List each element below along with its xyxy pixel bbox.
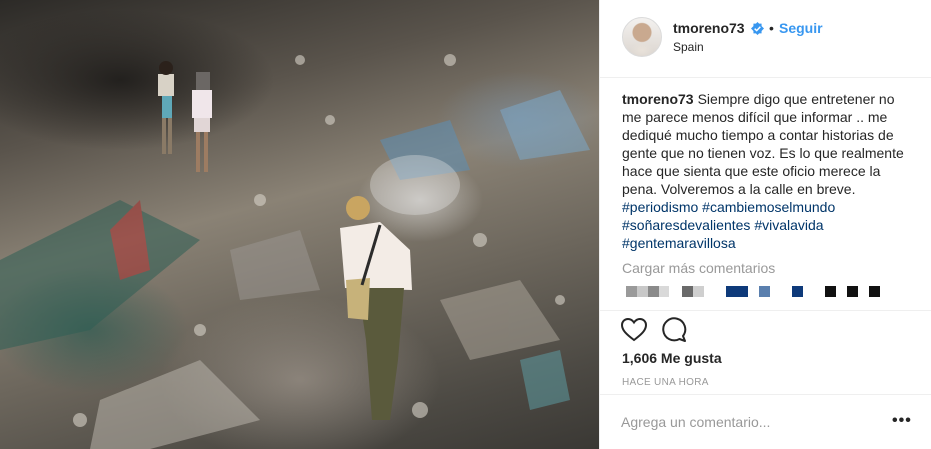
instagram-post: tmoreno73 • Seguir Spain tmoreno73 Siempr… (0, 0, 931, 449)
child-figure (158, 61, 174, 154)
actions-divider (600, 310, 931, 311)
likes-count[interactable]: 1,606 Me gusta (622, 350, 722, 366)
username-link[interactable]: tmoreno73 (673, 20, 745, 36)
comment-icon[interactable] (661, 317, 687, 343)
location-link[interactable]: Spain (673, 40, 704, 54)
post-sidebar: tmoreno73 • Seguir Spain tmoreno73 Siempr… (600, 0, 931, 449)
comment-input[interactable] (621, 411, 881, 433)
post-caption: tmoreno73 Siempre digo que entretener no … (622, 90, 914, 252)
photo-illustration (0, 54, 590, 449)
post-photo[interactable] (0, 0, 599, 449)
hashtag-link[interactable]: #cambiemoselmundo (702, 199, 835, 215)
post-header: tmoreno73 • Seguir Spain (600, 0, 931, 78)
heart-icon[interactable] (621, 318, 647, 342)
woman-figure (340, 196, 412, 420)
verified-badge-icon (751, 22, 764, 35)
follow-button[interactable]: Seguir (779, 20, 823, 36)
add-comment-bar: ••• (600, 394, 931, 449)
hashtag-link[interactable]: #gentemaravillosa (622, 235, 736, 251)
separator-dot: • (769, 20, 774, 36)
more-options-icon[interactable]: ••• (892, 413, 912, 429)
caption-username-link[interactable]: tmoreno73 (622, 91, 694, 107)
avatar[interactable] (622, 17, 662, 57)
hashtag-link[interactable]: #soñaresdevalientes (622, 217, 750, 233)
post-timestamp[interactable]: HACE UNA HORA (622, 377, 709, 388)
hashtag-link[interactable]: #vivalavida (754, 217, 823, 233)
child-figure (192, 72, 212, 172)
load-more-comments-button[interactable]: Cargar más comentarios (622, 260, 775, 276)
hashtag-link[interactable]: #periodismo (622, 199, 698, 215)
